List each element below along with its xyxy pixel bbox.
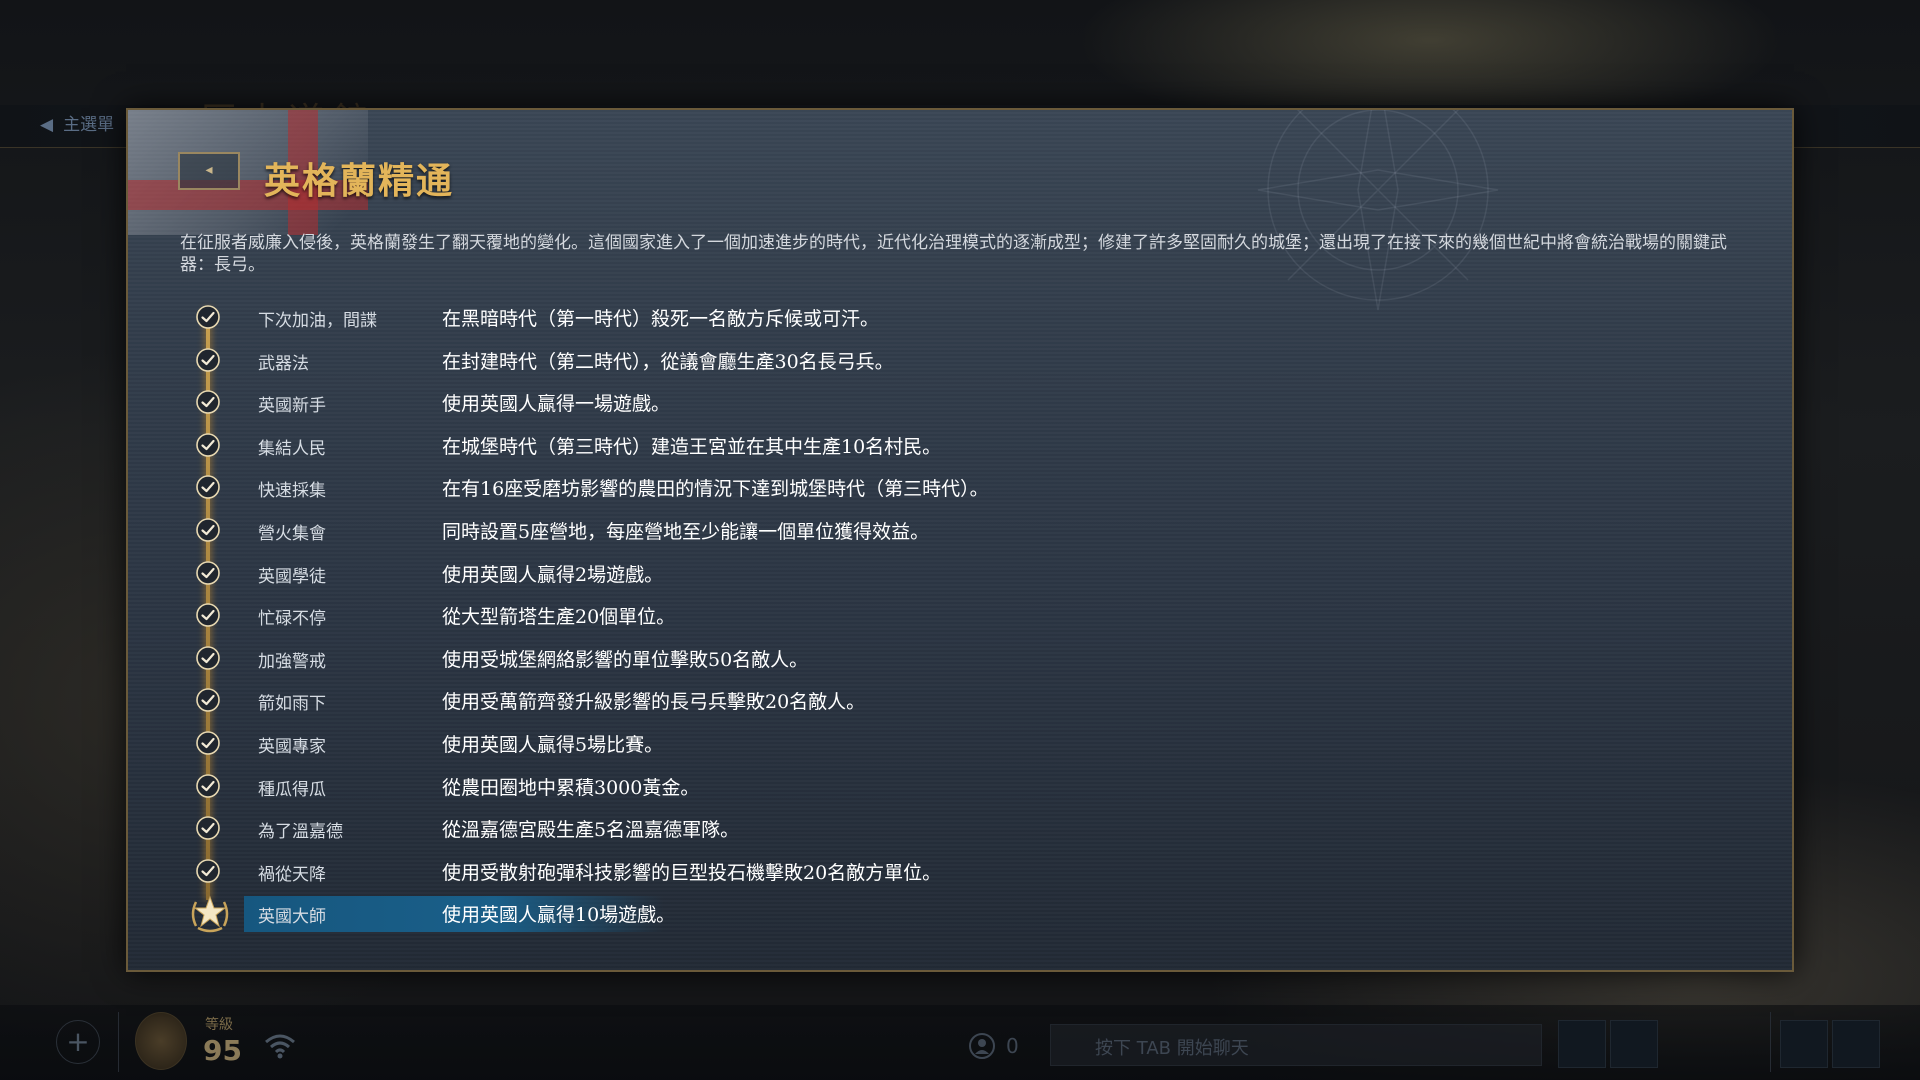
achievement-description: 使用受萬箭齊發升級影響的長弓兵擊敗20名敵人。 <box>442 691 866 714</box>
achievement-description: 從農田圈地中累積3000黃金。 <box>442 776 700 799</box>
achievement-description: 使用英國人贏得一場遊戲。 <box>442 393 671 416</box>
achievement-row[interactable]: 英國新手 使用英國人贏得一場遊戲。 <box>168 381 1728 424</box>
achievement-row[interactable]: 英國大師 使用英國人贏得10場遊戲。 <box>168 892 1728 935</box>
achievement-name: 英國新手 <box>258 396 326 417</box>
achievement-description: 從大型箭塔生產20個單位。 <box>442 606 676 629</box>
check-circle-icon <box>196 603 220 627</box>
achievement-row[interactable]: 箭如雨下 使用受萬箭齊發升級影響的長弓兵擊敗20名敵人。 <box>168 679 1728 722</box>
add-button[interactable]: + <box>56 1020 100 1064</box>
achievement-description: 同時設置5座營地，每座營地至少能讓一個單位獲得效益。 <box>442 520 930 543</box>
quick-action-button[interactable] <box>1558 1020 1606 1068</box>
achievement-name: 營火集會 <box>258 523 326 544</box>
main-menu-label: 主選單 <box>63 115 115 135</box>
level-label: 等級 <box>205 1017 233 1033</box>
check-circle-icon <box>196 645 220 670</box>
check-circle-icon <box>196 816 220 840</box>
back-arrow-icon: ◀ <box>40 115 54 135</box>
civ-button[interactable] <box>1610 1020 1658 1068</box>
check-circle-icon <box>196 731 220 755</box>
achievement-name: 箭如雨下 <box>258 694 326 715</box>
plus-icon: + <box>66 1025 90 1058</box>
achievement-row[interactable]: 英國專家 使用英國人贏得5場比賽。 <box>168 722 1728 765</box>
achievement-description: 使用英國人贏得10場遊戲。 <box>442 904 676 927</box>
player-emblem[interactable] <box>135 1012 187 1070</box>
achievement-row[interactable]: 種瓜得瓜 從農田圈地中累積3000黃金。 <box>168 765 1728 808</box>
achievement-name: 武器法 <box>258 353 309 374</box>
check-circle-icon <box>196 518 220 542</box>
check-circle-icon <box>196 390 220 414</box>
achievement-description: 在黑暗時代（第一時代）殺死一名敵方斥候或可汗。 <box>442 308 880 330</box>
check-circle-icon <box>196 858 220 883</box>
power-button[interactable] <box>1832 1020 1880 1068</box>
achievement-row[interactable]: 為了溫嘉德 從溫嘉德宮殿生產5名溫嘉德軍隊。 <box>168 807 1728 850</box>
check-circle-icon <box>196 475 220 500</box>
achievement-description: 使用英國人贏得2場遊戲。 <box>442 563 664 586</box>
achievement-name: 下次加油，間諜 <box>258 311 377 331</box>
star-laurel-icon <box>191 895 229 933</box>
achievement-row[interactable]: 下次加油，間諜 在黑暗時代（第一時代）殺死一名敵方斥候或可汗。 <box>168 296 1728 339</box>
achievement-description: 使用受散射砲彈科技影響的巨型投石機擊敗20名敵方單位。 <box>442 861 942 884</box>
achievement-description: 使用受城堡網絡影響的單位擊敗50名敵人。 <box>442 648 809 671</box>
achievement-name: 忙碌不停 <box>258 609 326 630</box>
check-circle-icon <box>196 432 220 457</box>
achievement-name: 加強警戒 <box>258 651 326 672</box>
achievement-row[interactable]: 營火集會 同時設置5座營地，每座營地至少能讓一個單位獲得效益。 <box>168 509 1728 552</box>
achievement-name: 英國專家 <box>258 736 326 757</box>
wifi-icon <box>265 1034 295 1059</box>
achievement-name: 英國大師 <box>258 907 326 928</box>
check-circle-icon <box>196 773 220 798</box>
achievement-name: 禍從天降 <box>258 864 326 885</box>
mastery-description: 在征服者威廉入侵後，英格蘭發生了翻天覆地的變化。這個國家進入了一個加速進步的時代… <box>180 233 1727 275</box>
achievement-name: 快速採集 <box>258 481 326 502</box>
mastery-panel: ◂ 英格蘭精通 在征服者威廉入侵後，英格蘭發生了翻天覆地的變化。這個國家進入了一… <box>126 108 1794 972</box>
level-value: 95 <box>203 1034 242 1067</box>
friends-count: 0 <box>1006 1034 1019 1058</box>
chevron-left-icon: ◂ <box>205 162 213 178</box>
page-title: 英格蘭精通 <box>264 161 455 202</box>
achievement-name: 英國學徒 <box>258 566 326 587</box>
check-circle-icon <box>196 347 220 372</box>
map-decoration <box>40 500 130 900</box>
achievement-row[interactable]: 加強警戒 使用受城堡網絡影響的單位擊敗50名敵人。 <box>168 637 1728 680</box>
achievement-list: 下次加油，間諜 在黑暗時代（第一時代）殺死一名敵方斥候或可汗。武器法 在封建時代（第… <box>168 296 1728 935</box>
achievement-row[interactable]: 武器法 在封建時代（第二時代），從議會廳生產30名長弓兵。 <box>168 339 1728 382</box>
achievement-row[interactable]: 禍從天降 使用受散射砲彈科技影響的巨型投石機擊敗20名敵方單位。 <box>168 850 1728 893</box>
achievement-description: 使用英國人贏得5場比賽。 <box>442 733 664 756</box>
achievement-name: 集結人民 <box>258 438 326 459</box>
achievement-description: 在城堡時代（第三時代）建造王宮並在其中生產10名村民。 <box>442 435 942 458</box>
achievement-row[interactable]: 快速採集 在有16座受磨坊影響的農田的情況下達到城堡時代（第三時代）。 <box>168 466 1728 509</box>
achievement-row[interactable]: 忙碌不停 從大型箭塔生產20個單位。 <box>168 594 1728 637</box>
achievement-description: 從溫嘉德宮殿生產5名溫嘉德軍隊。 <box>442 819 740 842</box>
friends-icon[interactable] <box>968 1032 996 1060</box>
main-menu-link[interactable]: ◀ 主選單 <box>40 112 114 138</box>
divider <box>118 1012 119 1072</box>
back-button[interactable]: ◂ <box>178 152 240 190</box>
check-circle-icon <box>196 560 220 585</box>
settings-button[interactable] <box>1780 1020 1828 1068</box>
achievement-description: 在封建時代（第二時代），從議會廳生產30名長弓兵。 <box>442 350 894 373</box>
achievement-row[interactable]: 英國學徒 使用英國人贏得2場遊戲。 <box>168 552 1728 595</box>
achievement-description: 在有16座受磨坊影響的農田的情況下達到城堡時代（第三時代）。 <box>442 478 989 501</box>
achievement-name: 為了溫嘉德 <box>258 822 343 843</box>
check-circle-icon <box>196 688 220 713</box>
divider <box>1770 1012 1771 1072</box>
check-circle-icon <box>196 305 220 329</box>
achievement-name: 種瓜得瓜 <box>258 779 326 800</box>
achievement-row[interactable]: 集結人民 在城堡時代（第三時代）建造王宮並在其中生產10名村民。 <box>168 424 1728 467</box>
chat-placeholder: 按下 TAB 開始聊天 <box>1095 1038 1249 1059</box>
